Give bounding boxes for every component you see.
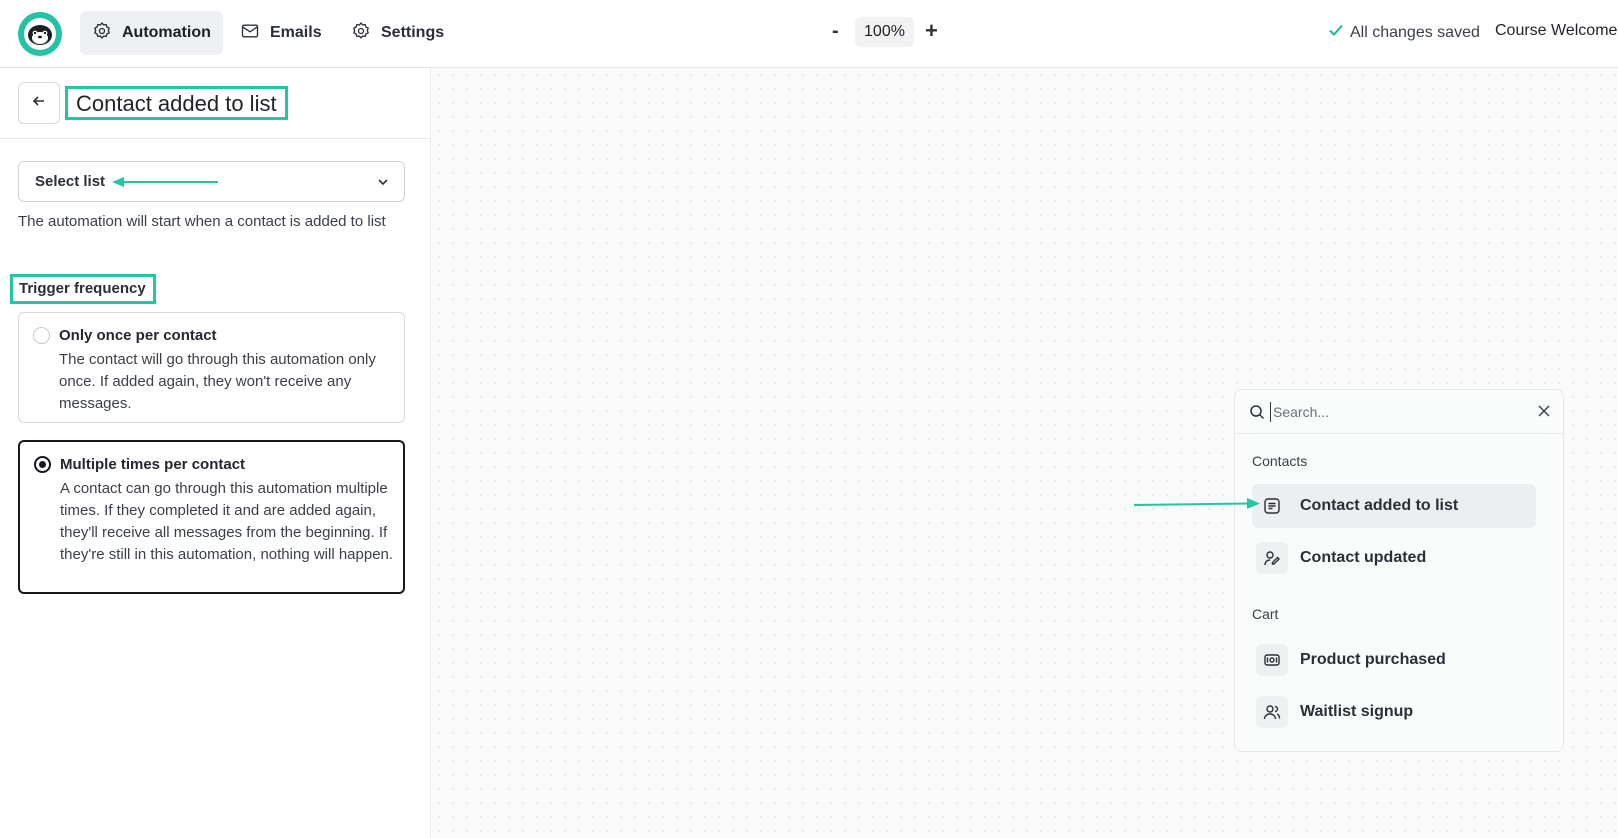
search-icon: [1249, 404, 1265, 425]
option-title: Multiple times per contact: [60, 456, 246, 473]
save-status: All changes saved: [1328, 22, 1480, 43]
picker-item-waitlist-signup[interactable]: Waitlist signup: [1252, 690, 1536, 734]
picker-search-input[interactable]: [1270, 402, 1510, 422]
option-multiple-times[interactable]: Multiple times per contact A contact can…: [18, 440, 405, 594]
radio-multiple[interactable]: [34, 456, 51, 473]
picker-item-product-purchased[interactable]: Product purchased: [1252, 638, 1536, 682]
picker-item-contact-added[interactable]: Contact added to list: [1252, 484, 1536, 528]
nav-emails[interactable]: Emails: [228, 11, 334, 55]
money-icon: [1256, 644, 1288, 676]
check-icon: [1328, 22, 1344, 43]
zoom-out-button[interactable]: -: [832, 20, 839, 43]
picker-item-label: Waitlist signup: [1300, 703, 1414, 720]
mail-icon: [240, 21, 260, 46]
top-bar: Automation Emails Settings - 100% + All …: [0, 0, 1618, 68]
option-once-per-contact[interactable]: Only once per contact The contact will g…: [18, 312, 405, 423]
picker-item-label: Product purchased: [1300, 651, 1446, 668]
option-title: Only once per contact: [59, 327, 217, 344]
trigger-help-text: The automation will start when a contact…: [18, 213, 386, 230]
gear-icon: [351, 21, 371, 46]
annotation-arrow-icon: [112, 177, 218, 187]
arrow-left-icon: [31, 93, 47, 114]
list-icon: [1256, 490, 1288, 522]
group-label-cart: Cart: [1252, 606, 1279, 622]
close-icon[interactable]: [1537, 404, 1551, 423]
gear-icon: [92, 21, 112, 46]
picker-item-label: Contact updated: [1300, 549, 1427, 566]
back-button[interactable]: [18, 82, 60, 124]
trigger-picker: Contacts Contact added to list Contact u…: [1234, 389, 1564, 752]
sloth-logo-icon[interactable]: [18, 12, 62, 56]
panel-title: Contact added to list: [65, 86, 288, 120]
panel-header: Contact added to list: [0, 68, 430, 139]
zoom-level: 100%: [855, 17, 914, 47]
picker-search-bar: [1235, 390, 1563, 434]
picker-item-contact-updated[interactable]: Contact updated: [1252, 536, 1536, 580]
zoom-in-button[interactable]: +: [925, 18, 938, 44]
group-label-contacts: Contacts: [1252, 453, 1308, 469]
save-status-text: All changes saved: [1350, 23, 1480, 41]
option-description: A contact can go through this automation…: [60, 480, 394, 563]
nav-settings[interactable]: Settings: [339, 11, 456, 55]
chevron-down-icon: [376, 175, 390, 194]
nav-settings-label: Settings: [381, 24, 445, 41]
picker-item-label: Contact added to list: [1300, 497, 1459, 514]
nav-automation-label: Automation: [122, 24, 211, 41]
select-list-label: Select list: [35, 173, 106, 190]
nav-automation[interactable]: Automation: [80, 11, 223, 55]
nav-emails-label: Emails: [270, 24, 322, 41]
users-icon: [1256, 696, 1288, 728]
course-title[interactable]: Course Welcome: [1495, 22, 1617, 40]
annotation-arrow-icon: [1134, 498, 1260, 509]
option-description: The contact will go through this automat…: [59, 351, 376, 412]
trigger-frequency-label: Trigger frequency: [10, 274, 156, 304]
user-edit-icon: [1256, 542, 1288, 574]
radio-once[interactable]: [33, 327, 50, 344]
